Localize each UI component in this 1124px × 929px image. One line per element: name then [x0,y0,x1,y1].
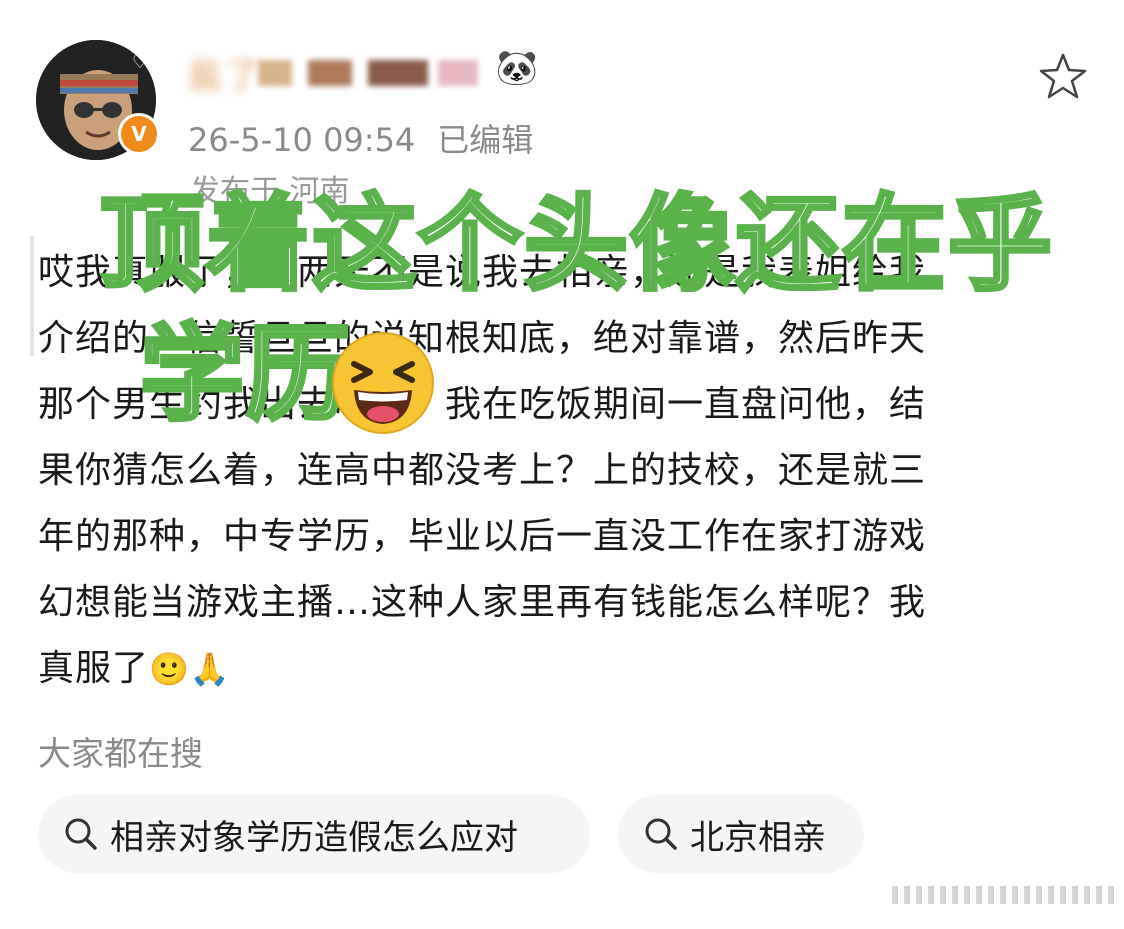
svg-text:✦: ✦ [40,134,55,155]
post-location: 发布于 河南 [190,174,350,209]
body-line: 年的那种，中专学历，毕业以后一直没工作在家打游戏 [38,516,927,557]
body-line: 那个男生约我出去吃饭，我在吃饭期间一直盘问他，结 [38,384,927,425]
trending-search-text: 相亲对象学历造假怎么应对 [110,817,518,858]
blur-block [438,60,478,86]
blur-block [368,60,428,86]
timestamp: 26-5-10 09:54 [188,121,416,159]
post-body: 哎我真服了，前两天不是说我去相亲，还是我表姐给我 介绍的，信誓旦旦的说知根知底，… [38,240,1098,702]
svg-text:?: ? [42,43,53,67]
trending-search-pill[interactable]: 北京相亲 [618,795,864,873]
username[interactable]: 盐了 [188,48,488,98]
trending-search-pill[interactable]: 相亲对象学历造假怎么应对 [38,795,590,873]
quote-divider [30,236,34,356]
blur-block [258,60,292,86]
svg-text:♡: ♡ [132,52,148,73]
scroll-indicator [892,886,1116,904]
smile-pray-emoji: 🙂🙏 [149,650,231,688]
body-line-last: 真服了🙂🙏 [38,648,231,689]
verified-badge: V [118,113,160,155]
panda-emoji: 🐼 [495,48,539,88]
search-icon [65,818,97,850]
search-icon [645,818,677,850]
trending-label: 大家都在搜 [38,734,203,773]
body-line: 哎我真服了，前两天不是说我去相亲，还是我表姐给我 [38,252,927,293]
body-line: 介绍的，信誓旦旦的说知根知底，绝对靠谱，然后昨天 [38,318,927,359]
post-meta: 26-5-10 09:54 已编辑 [188,115,533,161]
body-line: 幻想能当游戏主播…这种人家里再有钱能怎么样呢？我 [38,582,927,623]
star-outline-icon[interactable] [1038,52,1088,100]
body-line: 果你猜怎么着，连高中都没考上？上的技校，还是就三 [38,450,927,491]
laughing-face-emoji [330,330,436,436]
trending-search-text: 北京相亲 [690,817,826,858]
blur-block [308,60,352,86]
edited-label: 已编辑 [437,121,534,159]
